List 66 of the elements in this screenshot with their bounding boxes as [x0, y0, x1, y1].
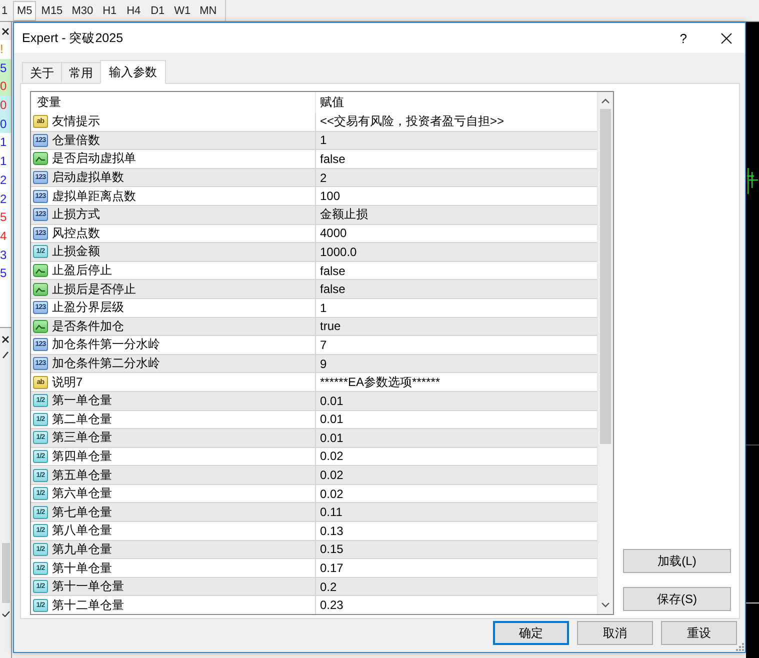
type-icon — [33, 152, 48, 166]
parameter-row[interactable]: 是否条件加仓 true — [31, 318, 597, 336]
chevron-up-icon[interactable] — [601, 98, 610, 104]
timeframe-button[interactable]: W1 — [170, 0, 195, 20]
timeframe-button[interactable]: H4 — [122, 0, 146, 20]
parameter-name: 加仓条件第二分水岭 — [52, 355, 160, 372]
tab[interactable]: 输入参数 — [100, 60, 166, 84]
parameter-name: 止盈分界层级 — [52, 299, 124, 316]
parameter-name: 止损后是否停止 — [52, 280, 136, 298]
parameter-name: 第七单仓量 — [52, 504, 112, 521]
column-header[interactable]: 变量 — [31, 92, 315, 113]
parameter-name: 风控点数 — [52, 224, 100, 242]
parameter-name: 止盈后停止 — [52, 262, 112, 280]
timeframe-button[interactable]: H1 — [98, 0, 122, 20]
quote-price[interactable]: 0 — [0, 114, 11, 134]
close-icon[interactable] — [2, 336, 9, 343]
parameter-name: 第四单仓量 — [52, 448, 112, 465]
parameter-name: 第八单仓量 — [52, 522, 112, 540]
parameter-name: 友情提示 — [52, 113, 100, 130]
parameter-name: 第九单仓量 — [52, 540, 112, 558]
chevron-down-icon[interactable] — [601, 602, 610, 608]
timeframe-button[interactable]: D1 — [146, 0, 170, 20]
scrollbar[interactable] — [597, 92, 613, 614]
window-title: Expert - 突破2025 — [22, 30, 124, 46]
timeframe-button[interactable]: 1 — [0, 0, 9, 20]
close-icon[interactable] — [2, 28, 9, 34]
tab[interactable]: 关于 — [22, 62, 62, 84]
parameter-name: 第三单仓量 — [52, 429, 112, 446]
timeframe-button[interactable]: M15 — [37, 0, 67, 20]
parameter-name: 第十一单仓量 — [52, 578, 124, 596]
save-button[interactable]: 保存(S) — [623, 587, 731, 611]
parameter-name: 第十单仓量 — [52, 560, 112, 577]
parameter-name: 说明7 — [52, 374, 83, 391]
check-icon — [2, 610, 10, 617]
scrollbar-thumb[interactable] — [2, 542, 10, 603]
type-icon — [33, 282, 48, 296]
parameter-name: 启动虚拟单数 — [52, 169, 124, 186]
dialog-button[interactable]: 取消 — [577, 621, 653, 645]
parameter-name: 第五单仓量 — [52, 466, 112, 484]
parameter-name: 第十二单仓量 — [52, 596, 124, 614]
type-icon — [33, 264, 48, 278]
timeframe-button[interactable]: M30 — [68, 0, 98, 20]
resize-grip-icon[interactable] — [736, 643, 744, 651]
load-button[interactable]: 加载(L) — [623, 549, 731, 573]
pencil-icon[interactable] — [2, 350, 9, 359]
dialog-button[interactable]: 重设 — [661, 621, 737, 645]
parameter-name: 仓量倍数 — [52, 132, 100, 149]
scrollbar-thumb[interactable] — [600, 109, 611, 444]
dialog-button[interactable]: 确定 — [493, 621, 569, 645]
parameter-row[interactable]: 是否启动虚拟单 false — [31, 150, 597, 169]
help-button[interactable]: ? — [678, 30, 689, 46]
parameter-name: 是否启动虚拟单 — [52, 150, 136, 168]
timeframe-button[interactable]: M5 — [13, 0, 36, 20]
parameter-name: 第六单仓量 — [52, 485, 112, 502]
timeframe-button[interactable]: MN — [196, 0, 221, 20]
parameter-name: 是否条件加仓 — [52, 318, 124, 335]
parameter-name: 虚拟单距离点数 — [52, 188, 136, 205]
parameter-name: 加仓条件第一分水岭 — [52, 336, 160, 354]
type-icon — [33, 320, 48, 333]
parameter-name: 第一单仓量 — [52, 392, 112, 410]
parameter-name: 止损方式 — [52, 206, 100, 224]
parameter-name: 第二单仓量 — [52, 410, 112, 428]
quote-price[interactable]: 5 — [0, 58, 11, 78]
parameter-row[interactable]: 止盈后停止 false — [31, 262, 597, 280]
parameter-row[interactable]: 止损后是否停止 false — [31, 280, 597, 299]
parameter-name: 止损金额 — [52, 243, 100, 260]
